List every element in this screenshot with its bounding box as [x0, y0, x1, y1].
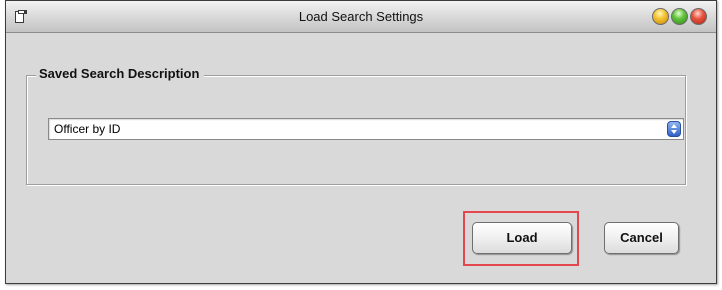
select-value: Officer by ID — [54, 122, 121, 136]
title-bar[interactable]: Load Search Settings — [6, 1, 716, 33]
saved-search-select[interactable]: Officer by ID — [48, 118, 684, 140]
maximize-icon[interactable] — [671, 8, 688, 25]
cancel-button[interactable]: Cancel — [604, 222, 679, 254]
load-button[interactable]: Load — [472, 222, 572, 254]
close-icon[interactable] — [690, 8, 707, 25]
window-title: Load Search Settings — [298, 9, 424, 24]
minimize-icon[interactable] — [652, 8, 669, 25]
groupbox-label: Saved Search Description — [36, 66, 205, 82]
up-down-arrows-icon — [671, 124, 677, 134]
select-arrows-icon[interactable] — [667, 121, 681, 137]
